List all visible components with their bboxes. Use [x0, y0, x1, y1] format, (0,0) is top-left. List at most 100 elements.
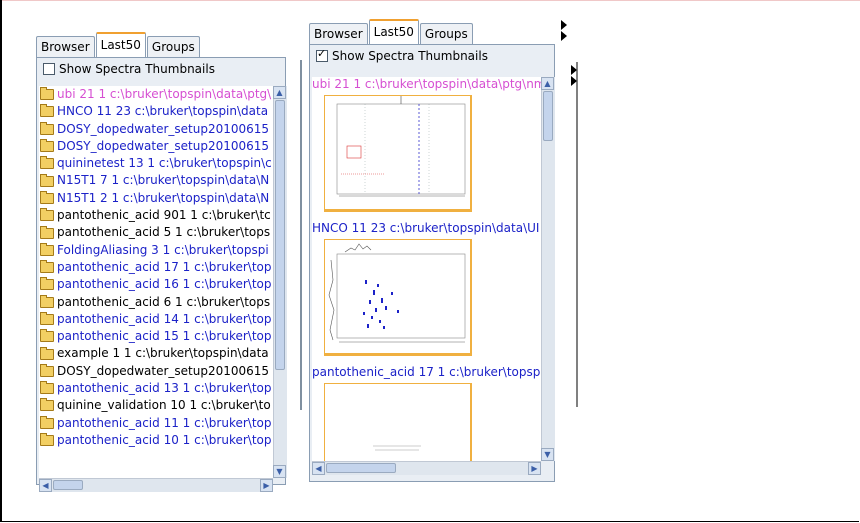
list-item-label: DOSY_dopedwater_setup20100615 [57, 363, 270, 378]
left-scroll-thumb[interactable] [275, 100, 285, 370]
show-thumbnails-label: Show Spectra Thumbnails [59, 62, 215, 76]
spectrum-2d-plot [328, 243, 466, 343]
dataset-list: ubi 21 1 c:\bruker\topspin\data\ptg\ HNCO… [39, 86, 273, 478]
list-item-label: pantothenic_acid 6 1 c:\bruker\tops [57, 294, 271, 309]
folder-icon [40, 277, 54, 291]
tab-browser[interactable]: Browser [309, 23, 368, 44]
folder-icon [40, 260, 54, 274]
splitter-bar[interactable] [300, 60, 302, 410]
list-item[interactable]: pantothenic_acid 15 1 c:\bruker\top [39, 328, 273, 345]
tab-groups[interactable]: Groups [419, 23, 473, 44]
spectrum-title[interactable]: HNCO 11 23 c:\bruker\topspin\data\UI [312, 221, 539, 235]
list-item-label: pantothenic_acid 901 1 c:\bruker\tc [57, 208, 271, 223]
spectrum-2d-plot [336, 96, 466, 197]
arrow-right-icon[interactable]: ▶ [260, 479, 273, 492]
spectrum-title[interactable]: pantothenic_acid 17 1 c:\bruker\topsp [312, 365, 540, 379]
list-item-label: pantothenic_acid 11 1 c:\bruker\top [57, 415, 272, 430]
folder-icon [40, 139, 54, 153]
folder-icon [40, 415, 54, 429]
list-item[interactable]: FoldingAliasing 3 1 c:\bruker\topspi [39, 242, 273, 259]
list-item-label: pantothenic_acid 5 1 c:\bruker\tops [57, 225, 271, 240]
arrow-left-icon[interactable]: ◀ [312, 462, 325, 475]
list-item[interactable]: pantothenic_acid 901 1 c:\bruker\tc [39, 207, 273, 224]
spectrum-empty-plot [373, 445, 421, 451]
show-thumbnails-label: Show Spectra Thumbnails [332, 49, 488, 63]
collapse-arrow-icon[interactable] [561, 20, 567, 30]
show-thumbnails-row[interactable]: Show Spectra Thumbnails [310, 45, 554, 67]
list-item[interactable]: pantothenic_acid 14 1 c:\bruker\top [39, 311, 273, 328]
folder-icon [40, 294, 54, 308]
list-item-label: N15T1 7 1 c:\bruker\topspin\data\N [57, 173, 270, 188]
show-thumbnails-checkbox[interactable] [316, 47, 328, 62]
list-item[interactable]: ubi 21 1 c:\bruker\topspin\data\ptg\ [39, 86, 273, 103]
folder-icon [40, 363, 54, 377]
spectrum-title[interactable]: ubi 21 1 c:\bruker\topspin\data\ptg\nm [312, 77, 541, 91]
list-item[interactable]: pantothenic_acid 13 1 c:\bruker\top [39, 380, 273, 397]
spectrum-thumbnail[interactable] [324, 95, 472, 212]
list-item[interactable]: DOSY_dopedwater_setup20100615 [39, 363, 273, 380]
folder-icon [40, 329, 54, 343]
tab-groups[interactable]: Groups [146, 36, 200, 57]
list-item[interactable]: pantothenic_acid 17 1 c:\bruker\top [39, 259, 273, 276]
list-item-label: DOSY_dopedwater_setup20100615 [57, 121, 270, 136]
arrow-down-icon[interactable]: ▼ [273, 465, 286, 478]
left-hscroll-thumb[interactable] [53, 480, 83, 490]
show-thumbnails-checkbox[interactable] [43, 63, 55, 75]
right-panel: Browser Last50 Groups Show Spectra Thumb… [309, 19, 555, 482]
collapse-arrow-icon[interactable] [571, 65, 577, 75]
list-item-label: N15T1 2 1 c:\bruker\topspin\data\N [57, 190, 270, 205]
list-item[interactable]: pantothenic_acid 10 1 c:\bruker\top [39, 432, 273, 449]
folder-icon [40, 398, 54, 412]
list-item[interactable]: pantothenic_acid 11 1 c:\bruker\top [39, 415, 273, 432]
spectrum-thumbnail[interactable] [324, 239, 472, 356]
left-panel: Browser Last50 Groups Show Spectra Thumb… [36, 32, 287, 492]
folder-icon [40, 87, 54, 101]
list-item-label: DOSY_dopedwater_setup20100615 [57, 138, 270, 153]
arrow-left-icon[interactable]: ◀ [39, 479, 52, 492]
right-vertical-scrollbar[interactable]: ▲ ▼ [541, 77, 555, 461]
list-item-label: FoldingAliasing 3 1 c:\bruker\topspi [57, 242, 269, 257]
spectrum-thumbnail[interactable] [324, 383, 472, 461]
list-item-label: quininetest 13 1 c:\bruker\topspin\c [57, 156, 272, 171]
list-item-label: ubi 21 1 c:\bruker\topspin\data\ptg\ [57, 87, 272, 101]
right-horizontal-scrollbar[interactable]: ◀ ▶ [312, 461, 541, 475]
left-panel-body: Show Spectra Thumbnails ubi 21 1 c:\bruk… [36, 57, 287, 492]
right-hscroll-thumb[interactable] [326, 463, 396, 473]
left-horizontal-scrollbar[interactable]: ◀ ▶ [39, 478, 273, 492]
arrow-up-icon[interactable]: ▲ [541, 77, 554, 90]
list-item[interactable]: quininetest 13 1 c:\bruker\topspin\c [39, 155, 273, 172]
list-item[interactable]: pantothenic_acid 16 1 c:\bruker\top [39, 276, 273, 293]
list-item-label: HNCO 11 23 c:\bruker\topspin\data [57, 104, 269, 119]
folder-icon [40, 225, 54, 239]
list-item[interactable]: N15T1 7 1 c:\bruker\topspin\data\N [39, 172, 273, 189]
arrow-right-icon[interactable]: ▶ [528, 462, 541, 475]
folder-icon [40, 156, 54, 170]
collapse-arrow-icon[interactable] [571, 76, 577, 86]
list-item-label: pantothenic_acid 16 1 c:\bruker\top [57, 277, 272, 292]
left-vertical-scrollbar[interactable]: ▲ ▼ [273, 86, 287, 478]
right-scroll-thumb[interactable] [543, 91, 553, 141]
left-tab-bar: Browser Last50 Groups [36, 32, 201, 57]
collapse-arrow-icon[interactable] [561, 31, 567, 41]
folder-icon [40, 104, 54, 118]
list-item[interactable]: example 1 1 c:\bruker\topspin\data [39, 345, 273, 362]
list-item[interactable]: DOSY_dopedwater_setup20100615 [39, 138, 273, 155]
list-item[interactable]: pantothenic_acid 5 1 c:\bruker\tops [39, 224, 273, 241]
tab-last50[interactable]: Last50 [368, 19, 419, 44]
list-item-label: pantothenic_acid 14 1 c:\bruker\top [57, 311, 272, 326]
list-item[interactable]: quinine_validation 10 1 c:\bruker\to [39, 397, 273, 414]
splitter-bar-right[interactable] [576, 62, 578, 407]
folder-icon [40, 381, 54, 395]
tab-last50[interactable]: Last50 [95, 32, 146, 57]
arrow-up-icon[interactable]: ▲ [273, 86, 286, 99]
list-item[interactable]: HNCO 11 23 c:\bruker\topspin\data [39, 103, 273, 120]
list-item-label: pantothenic_acid 17 1 c:\bruker\top [57, 259, 272, 274]
list-item-label: example 1 1 c:\bruker\topspin\data [57, 346, 269, 361]
tab-browser[interactable]: Browser [36, 36, 95, 57]
arrow-down-icon[interactable]: ▼ [541, 448, 554, 461]
list-item[interactable]: DOSY_dopedwater_setup20100615 [39, 121, 273, 138]
list-item[interactable]: N15T1 2 1 c:\bruker\topspin\data\N [39, 190, 273, 207]
list-item[interactable]: pantothenic_acid 6 1 c:\bruker\tops [39, 294, 273, 311]
spectra-thumbnail-list: ubi 21 1 c:\bruker\topspin\data\ptg\nm H… [312, 77, 541, 461]
show-thumbnails-row[interactable]: Show Spectra Thumbnails [37, 58, 285, 80]
